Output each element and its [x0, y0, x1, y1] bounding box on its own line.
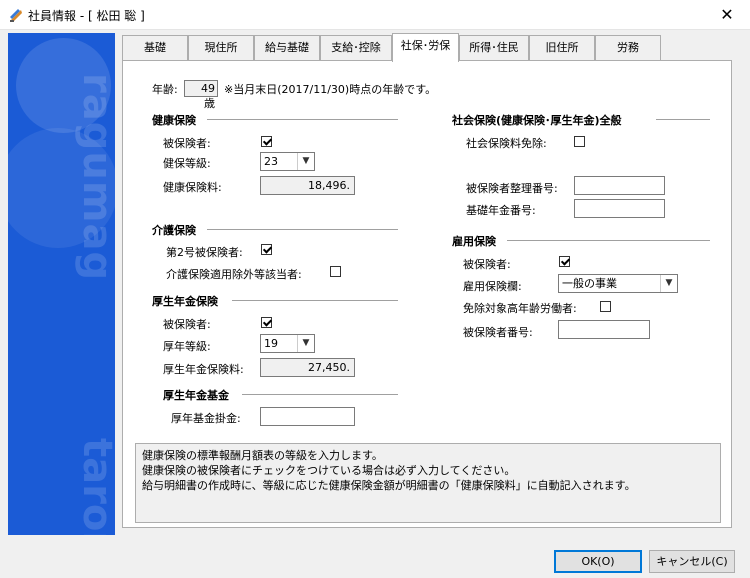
health-premium-field: 18,496. [260, 176, 355, 195]
tab-pay-deduction[interactable]: 支給･控除 [320, 35, 392, 61]
care-exempt-checkbox[interactable] [330, 266, 341, 277]
help-line: 給与明細書の作成時に、等級に応じた健康保険金額が明細書の「健康保険料」に自動記入… [142, 479, 636, 492]
fund-section-title: 厚生年金基金 [163, 389, 229, 402]
brand-watermark: taroru [74, 438, 115, 535]
tab-basic[interactable]: 基礎 [122, 35, 188, 61]
employment-elderly-checkbox[interactable] [600, 301, 611, 312]
help-line: 健康保険の標準報酬月額表の等級を入力します。 [142, 449, 383, 462]
health-premium-label: 健康保険料: [163, 181, 222, 194]
employment-number-input[interactable] [558, 320, 650, 339]
health-section-title: 健康保険 [152, 114, 196, 127]
chevron-down-icon[interactable]: ▼ [660, 275, 677, 292]
employment-category-select[interactable]: 一般の事業 ▼ [558, 274, 678, 293]
ok-button[interactable]: OK(O) [554, 550, 642, 573]
employment-insured-label: 被保険者: [463, 258, 511, 271]
tab-income-resident[interactable]: 所得･住民 [459, 35, 529, 61]
close-icon[interactable]: ✕ [704, 0, 750, 30]
employment-insured-checkbox[interactable] [559, 256, 570, 267]
help-description: 健康保険の標準報酬月額表の等級を入力します。 健康保険の被保険者にチェックをつけ… [135, 443, 721, 523]
pension-premium-label: 厚生年金保険料: [163, 363, 244, 376]
section-rule [242, 394, 398, 395]
health-grade-label: 健保等級: [163, 157, 211, 170]
social-basic-no-input[interactable] [574, 199, 665, 218]
fund-amount-input[interactable] [260, 407, 355, 426]
social-ref-no-label: 被保険者整理番号: [466, 182, 558, 195]
title-bar: 社員情報 - [ 松田 聡 ] ✕ [0, 0, 750, 30]
chevron-down-icon[interactable]: ▼ [297, 335, 314, 352]
health-grade-select[interactable]: 23 ▼ [260, 152, 315, 171]
pension-grade-label: 厚年等級: [163, 340, 211, 353]
employment-elderly-label: 免除対象高年齢労働者: [463, 302, 577, 315]
age-note: ※当月末日(2017/11/30)時点の年齢です。 [224, 83, 437, 96]
social-basic-no-label: 基礎年金番号: [466, 204, 536, 217]
care-exempt-label: 介護保険適用除外等該当者: [166, 268, 302, 281]
chevron-down-icon[interactable]: ▼ [297, 153, 314, 170]
employment-section-title: 雇用保険 [452, 235, 496, 248]
employment-number-label: 被保険者番号: [463, 326, 533, 339]
app-icon [10, 9, 22, 22]
pension-section-title: 厚生年金保険 [152, 295, 218, 308]
social-ref-no-input[interactable] [574, 176, 665, 195]
section-rule [207, 229, 398, 230]
social-exempt-label: 社会保険料免除: [466, 137, 547, 150]
tab-social-labor-insurance[interactable]: 社保･労保 [392, 33, 459, 62]
health-insured-label: 被保険者: [163, 137, 211, 150]
employment-category-label: 雇用保険欄: [463, 280, 522, 293]
care-type2-label: 第2号被保険者: [166, 246, 243, 259]
care-type2-checkbox[interactable] [261, 244, 272, 255]
care-section-title: 介護保険 [152, 224, 196, 237]
brand-watermark: ragumag [74, 73, 115, 282]
social-section-title: 社会保険(健康保険･厚生年金)全般 [452, 114, 622, 127]
tab-old-address[interactable]: 旧住所 [529, 35, 595, 61]
pension-premium-field: 27,450. [260, 358, 355, 377]
brand-sidebar: ragumag taroru [8, 33, 115, 535]
window-title: 社員情報 - [ 松田 聡 ] [28, 9, 145, 23]
health-insured-checkbox[interactable] [261, 136, 272, 147]
cancel-button[interactable]: キャンセル(C) [649, 550, 735, 573]
section-rule [656, 119, 710, 120]
section-rule [507, 240, 710, 241]
pension-insured-label: 被保険者: [163, 318, 211, 331]
section-rule [207, 119, 398, 120]
age-label: 年齢: [152, 83, 178, 96]
help-line: 健康保険の被保険者にチェックをつけている場合は必ず入力してください。 [142, 464, 516, 477]
pension-grade-select[interactable]: 19 ▼ [260, 334, 315, 353]
pension-insured-checkbox[interactable] [261, 317, 272, 328]
section-rule [232, 300, 398, 301]
age-field: 49 歳 [184, 80, 218, 110]
tab-current-address[interactable]: 現住所 [188, 35, 254, 61]
tab-salary-basic[interactable]: 給与基礎 [254, 35, 320, 61]
tab-labor[interactable]: 労務 [595, 35, 661, 61]
social-exempt-checkbox[interactable] [574, 136, 585, 147]
fund-amount-label: 厚年基金掛金: [171, 412, 241, 425]
